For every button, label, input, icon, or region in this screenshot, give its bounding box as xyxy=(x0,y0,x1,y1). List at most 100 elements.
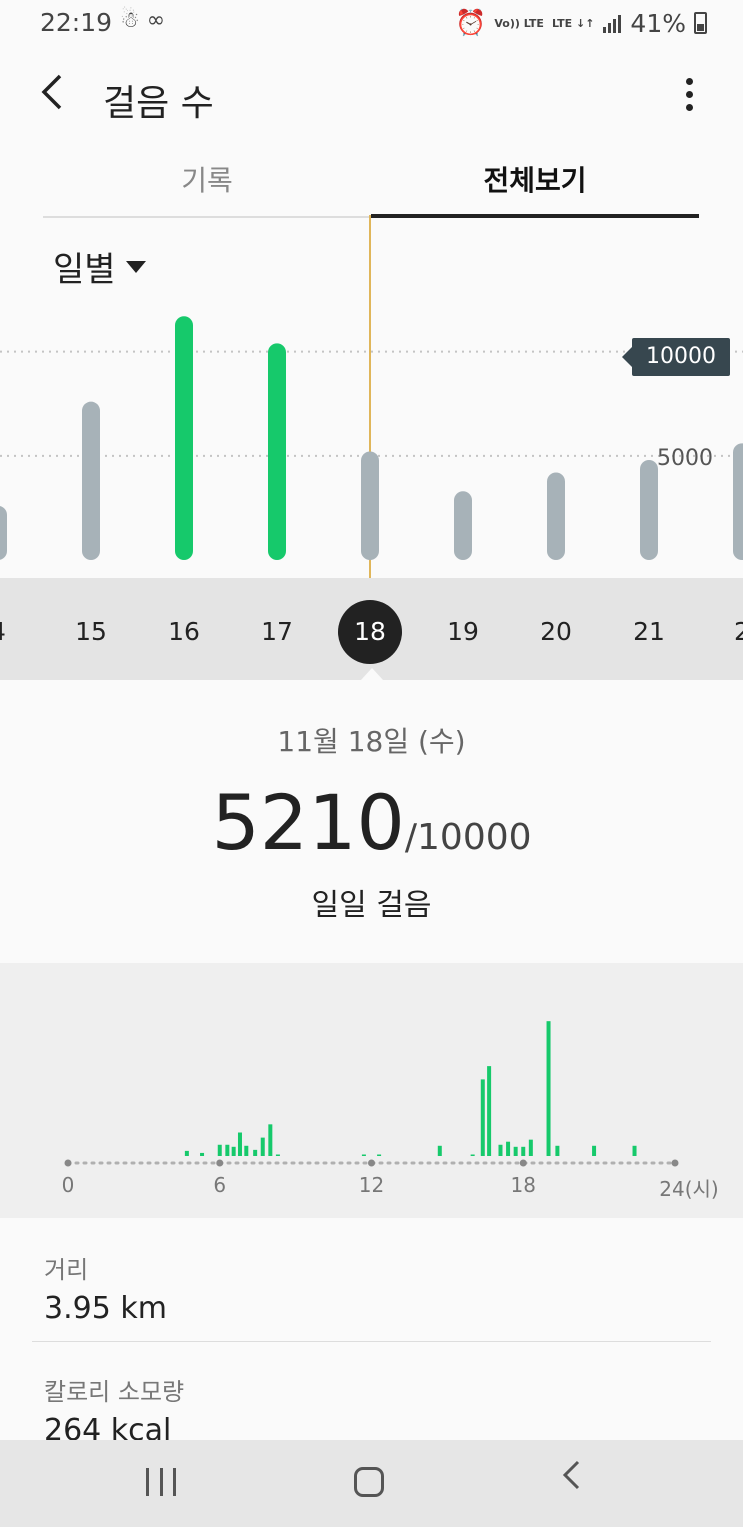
summary-steps: 5210/10000 xyxy=(0,778,743,867)
period-dropdown[interactable]: 일별 xyxy=(53,242,146,291)
summary-date: 11월 18일 (수) xyxy=(277,725,466,758)
hour-bar xyxy=(487,1066,492,1156)
hour-tick-label: 12 xyxy=(358,1173,385,1197)
day-bar[interactable] xyxy=(82,401,100,560)
date-item[interactable]: 21 xyxy=(617,600,681,664)
hour-tick-dot xyxy=(216,1159,224,1167)
hour-bar xyxy=(555,1145,560,1156)
date-item[interactable]: 19 xyxy=(431,600,495,664)
back-button[interactable] xyxy=(40,72,80,122)
hour-bar xyxy=(225,1144,230,1156)
status-time: 22:19 xyxy=(40,8,113,37)
notification-icons: ☃ ∞ xyxy=(120,8,166,33)
chevron-left-icon xyxy=(41,74,62,110)
alarm-icon: ⏰ xyxy=(455,8,487,37)
hour-bar xyxy=(470,1154,475,1156)
more-options-button[interactable] xyxy=(679,72,699,122)
steps-value: 5210 xyxy=(211,778,405,867)
hour-bar xyxy=(528,1139,533,1156)
dot-icon xyxy=(685,91,693,98)
bar-icon xyxy=(173,1468,176,1496)
home-button[interactable] xyxy=(354,1467,384,1497)
hour-bar xyxy=(217,1144,222,1156)
date-strip[interactable]: 4 15 16 17 18 19 20 21 2 xyxy=(0,578,743,680)
day-bar[interactable] xyxy=(733,443,743,560)
day-bar[interactable] xyxy=(175,316,193,560)
signal-icon xyxy=(603,15,622,33)
hour-bar xyxy=(632,1145,637,1156)
caret-down-icon xyxy=(125,260,146,273)
goal-badge: 10000 xyxy=(622,338,730,376)
stat-label: 칼로리 소모량 xyxy=(44,1378,185,1406)
hour-tick-dot xyxy=(64,1159,72,1167)
day-bar[interactable] xyxy=(454,491,472,560)
hour-bar xyxy=(244,1145,249,1156)
hour-tick-dot xyxy=(671,1159,679,1167)
date-item[interactable]: 16 xyxy=(152,600,216,664)
status-bar: 22:19 ☃ ∞ ⏰ Vo)) LTE LTE ↓↑ 41% xyxy=(0,0,743,46)
day-bar[interactable] xyxy=(361,451,379,560)
chevron-left-icon xyxy=(562,1460,580,1490)
recent-apps-button[interactable] xyxy=(146,1468,176,1496)
hour-bar xyxy=(513,1146,518,1156)
hour-bar xyxy=(498,1144,503,1156)
mid-line-label: 5000 xyxy=(657,446,713,471)
steps-goal: /10000 xyxy=(404,817,532,858)
hour-bar xyxy=(275,1154,280,1156)
hour-bar xyxy=(268,1124,273,1156)
hour-bar xyxy=(546,1021,551,1156)
hour-bar xyxy=(437,1145,442,1156)
stat-distance: 거리 3.95 km xyxy=(44,1250,167,1326)
hour-bar xyxy=(506,1141,511,1156)
tab-record[interactable]: 기록 xyxy=(43,150,371,218)
stat-label: 거리 xyxy=(44,1256,89,1284)
hour-bar xyxy=(237,1132,242,1156)
hourly-steps-svg xyxy=(64,1021,679,1167)
page-title: 걸음 수 xyxy=(103,83,214,124)
bar-icon xyxy=(146,1468,149,1496)
dot-icon xyxy=(685,78,693,85)
hour-tick-label: 24(시) xyxy=(659,1177,719,1201)
divider xyxy=(32,1341,711,1342)
period-label: 일별 xyxy=(53,250,116,290)
hour-tick-label: 0 xyxy=(61,1173,75,1197)
hour-bar xyxy=(377,1154,382,1156)
lte-icon: LTE ↓↑ xyxy=(551,16,595,30)
dot-icon xyxy=(685,104,693,111)
date-item[interactable]: 18 xyxy=(338,600,402,664)
tab-bar: 기록 전체보기 xyxy=(43,150,700,218)
date-item[interactable]: 20 xyxy=(524,600,588,664)
hour-bar xyxy=(592,1145,597,1156)
volte-icon: Vo)) LTE xyxy=(494,16,544,30)
date-item[interactable]: 15 xyxy=(59,600,123,664)
status-right-icons: ⏰ Vo)) LTE LTE ↓↑ 41% xyxy=(455,8,707,38)
daily-summary: 11월 18일 (수) 5210/10000 일일 걸음 xyxy=(0,680,743,960)
stat-value: 3.95 km xyxy=(44,1291,167,1326)
hour-bar xyxy=(480,1079,485,1156)
day-bar[interactable] xyxy=(547,472,565,561)
hour-tick-label: 6 xyxy=(213,1173,227,1197)
hour-bar xyxy=(253,1149,258,1156)
hour-bar xyxy=(200,1152,205,1156)
hourly-steps-chart: 0 6 12 18 24(시) xyxy=(0,963,743,1218)
summary-label: 일일 걸음 xyxy=(311,888,432,923)
day-bar[interactable] xyxy=(640,460,658,560)
battery-percent: 41% xyxy=(630,8,686,38)
date-item[interactable]: 17 xyxy=(245,600,309,664)
date-item[interactable]: 2 xyxy=(710,600,743,664)
day-bar[interactable] xyxy=(0,506,7,560)
date-item[interactable]: 4 xyxy=(0,600,30,664)
nav-back-button[interactable] xyxy=(560,1454,582,1504)
bar-icon xyxy=(159,1468,163,1496)
hour-bar xyxy=(184,1150,189,1156)
battery-icon xyxy=(694,12,707,34)
day-bar[interactable] xyxy=(268,343,286,560)
hour-bar xyxy=(260,1137,265,1156)
hour-bar xyxy=(361,1154,366,1156)
hour-tick-dot xyxy=(519,1159,527,1167)
tab-overview[interactable]: 전체보기 xyxy=(371,150,699,218)
stat-calories: 칼로리 소모량 264 kcal xyxy=(44,1372,184,1448)
hour-bar xyxy=(231,1146,236,1156)
system-nav-bar xyxy=(0,1440,743,1527)
hour-tick-dot xyxy=(368,1159,375,1167)
